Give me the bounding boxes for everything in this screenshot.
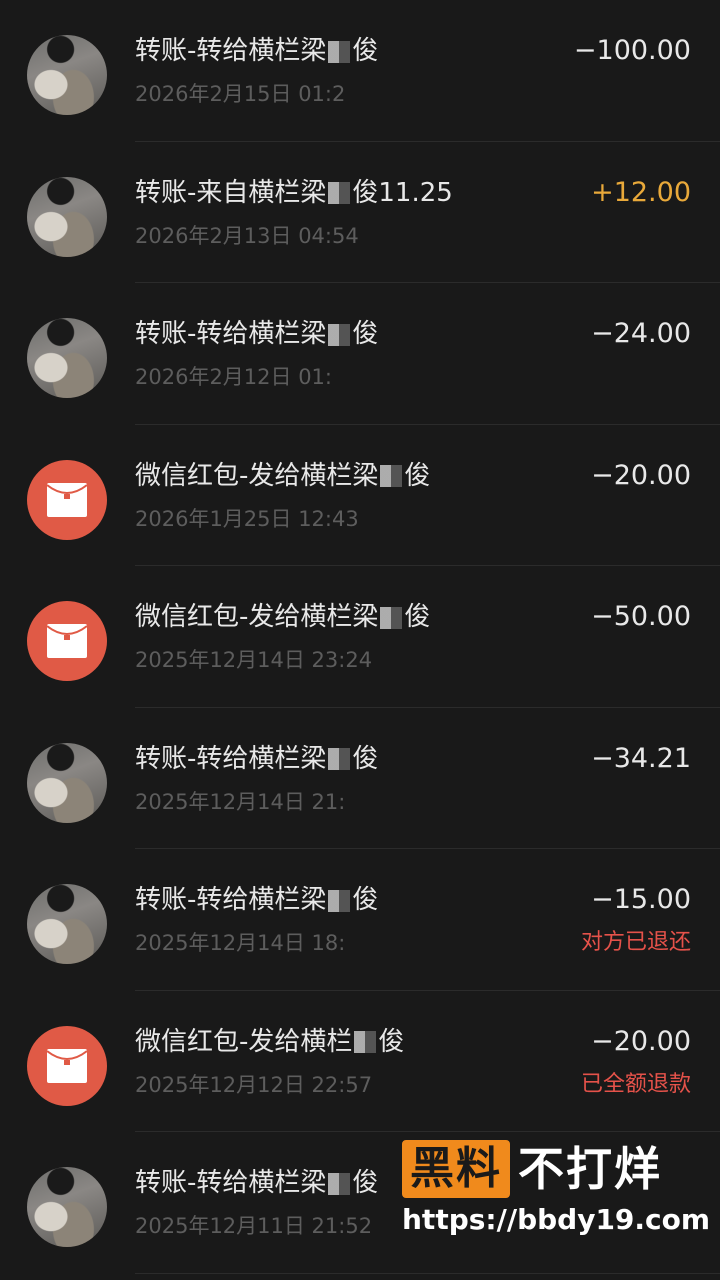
red-packet-icon [27, 601, 107, 681]
transaction-title: 转账-转给横栏梁俊 [135, 885, 379, 915]
transaction-amount: +12.00 [591, 176, 691, 208]
transaction-amount: −50.00 [591, 601, 691, 632]
transaction-time: 2026年1月25日 12:43 [135, 506, 359, 531]
transaction-amount: −15.00 [591, 884, 691, 915]
transaction-amount: −20.00 [591, 459, 691, 491]
avatar [27, 318, 107, 398]
transaction-row[interactable]: 转账-转给横栏梁俊 2025年12月14日 21: −34.21 [0, 708, 720, 849]
transaction-list: 转账-转给横栏梁俊 2026年2月15日 01:2 −100.00 转账-来自横… [0, 0, 720, 1274]
avatar [27, 1167, 107, 1247]
transaction-amount: −24.00 [591, 318, 691, 349]
transaction-title: 转账-转给横栏梁俊 [135, 1168, 379, 1198]
transaction-amount: −34.21 [591, 742, 691, 774]
transaction-title: 微信红包-发给横栏俊 [135, 1026, 405, 1057]
transaction-row[interactable]: 微信红包-发给横栏俊 2025年12月12日 22:57 −20.00 已全额退… [0, 991, 720, 1132]
watermark-logo-box: 黑料 [402, 1140, 510, 1198]
transaction-time: 2025年12月14日 18: [135, 931, 346, 955]
transaction-amount: −100.00 [573, 35, 691, 66]
red-packet-icon [27, 459, 107, 540]
transaction-row[interactable]: 微信红包-发给横栏梁俊 2025年12月14日 23:24 −50.00 [0, 566, 720, 708]
avatar [27, 35, 107, 115]
transaction-time: 2025年12月14日 21: [135, 789, 346, 814]
transaction-row[interactable]: 转账-转给横栏梁俊 2026年2月15日 01:2 −100.00 [0, 0, 720, 142]
transaction-time: 2026年2月13日 04:54 [135, 223, 359, 248]
transaction-title: 转账-转给横栏梁俊 [135, 319, 379, 349]
transaction-row[interactable]: 转账-转给横栏梁俊 2025年12月14日 18: −15.00 对方已退还 [0, 849, 720, 991]
transaction-amount: −20.00 [591, 1025, 691, 1057]
watermark: 黑料 不打烊 https://bbdy19.com [402, 1140, 710, 1244]
avatar [27, 176, 107, 257]
divider [135, 1272, 720, 1274]
transaction-time: 2025年12月11日 21:52 [135, 1214, 373, 1238]
transaction-time: 2025年12月12日 22:57 [135, 1072, 373, 1097]
transaction-title: 转账-转给横栏梁俊 [135, 36, 379, 66]
avatar [27, 742, 107, 823]
transaction-row[interactable]: 微信红包-发给横栏梁俊 2026年1月25日 12:43 −20.00 [0, 425, 720, 566]
avatar [27, 884, 107, 964]
watermark-logo: 黑料 不打烊 [402, 1140, 662, 1198]
transaction-time: 2026年2月12日 01: [135, 365, 332, 389]
transaction-title: 微信红包-发给横栏梁俊 [135, 460, 431, 491]
transaction-time: 2026年2月15日 01:2 [135, 82, 346, 106]
transaction-title: 转账-转给横栏梁俊 [135, 743, 379, 774]
red-packet-icon [27, 1025, 107, 1106]
watermark-logo-text: 不打烊 [518, 1142, 662, 1196]
transaction-row[interactable]: 转账-来自横栏梁 俊11.25 2026年2月13日 04:54 +12.00 [0, 142, 720, 283]
watermark-url: https://bbdy19.com [402, 1203, 711, 1236]
transaction-time: 2025年12月14日 23:24 [135, 648, 373, 672]
transaction-status: 已全额退款 [580, 1071, 691, 1097]
transaction-title: 微信红包-发给横栏梁俊 [135, 602, 431, 632]
transaction-title: 转账-来自横栏梁 俊11.25 [135, 177, 453, 208]
transaction-row[interactable]: 转账-转给横栏梁俊 2026年2月12日 01: −24.00 [0, 283, 720, 425]
transaction-status: 对方已退还 [580, 930, 691, 955]
